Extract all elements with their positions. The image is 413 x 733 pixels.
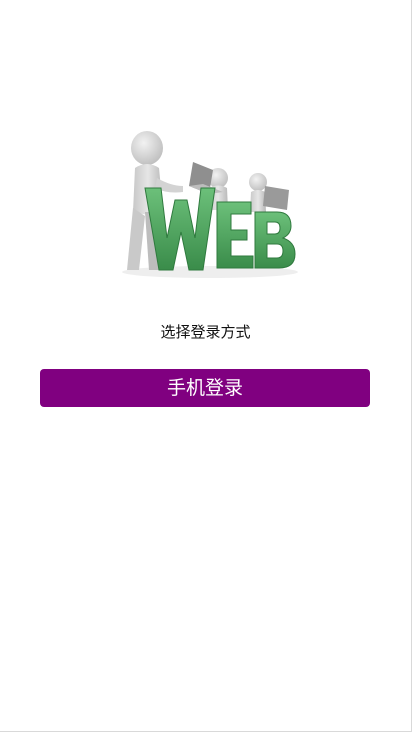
app-page: 选择登录方式 手机登录 (0, 0, 412, 732)
web-illustration (105, 120, 305, 285)
login-method-prompt: 选择登录方式 (160, 323, 251, 341)
web-illustration-graphic (122, 131, 298, 278)
phone-login-button[interactable]: 手机登录 (40, 369, 370, 407)
